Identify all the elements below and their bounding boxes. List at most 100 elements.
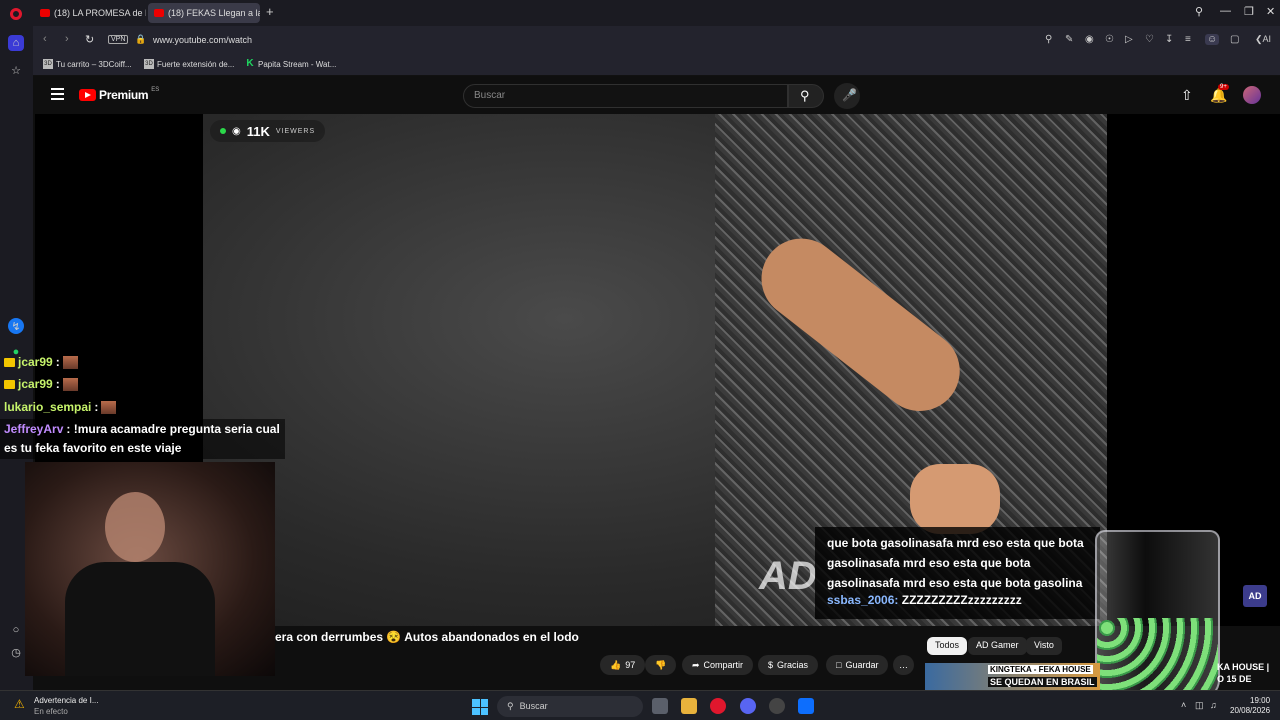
hamburger-menu-icon[interactable] [51, 88, 64, 100]
upload-icon[interactable]: ⇧ [1181, 87, 1193, 104]
taskbar-search-label: Buscar [519, 701, 548, 711]
bookmark-favicon-icon: 3D [43, 59, 53, 69]
warning-title[interactable]: Advertencia de I... [34, 696, 98, 705]
warning-subtitle: En efecto [34, 707, 68, 716]
settings-icon[interactable]: ○ [8, 622, 24, 638]
search-button[interactable]: ⚲ [788, 84, 824, 108]
menu-icon[interactable]: ≡ [1185, 34, 1191, 45]
vpn-badge[interactable]: VPN [108, 35, 129, 44]
bookmark-label: Papita Stream - Wat... [258, 59, 337, 69]
chip-ad-gamer[interactable]: AD Gamer [968, 637, 1027, 655]
bookmark-item[interactable]: 3D Tu carrito – 3DCoiff... [43, 59, 132, 69]
new-tab-button[interactable]: + [266, 4, 274, 19]
emote-icon [62, 377, 78, 391]
discord-icon[interactable] [740, 698, 756, 714]
restore-icon[interactable]: ❐ [1244, 5, 1254, 18]
warning-icon[interactable]: ⚠ [14, 697, 25, 711]
reload-icon[interactable]: ↻ [85, 33, 94, 46]
send-icon[interactable]: ▷ [1125, 34, 1133, 45]
edit-icon[interactable]: ✎ [1065, 34, 1073, 45]
thanks-icon: $ [768, 660, 774, 670]
related-video-title[interactable]: KA HOUSE | O 15 DE [1217, 661, 1269, 685]
bookmark-label: Fuerte extensión de... [157, 59, 235, 69]
close-icon[interactable]: ✕ [1266, 5, 1275, 18]
heart-icon[interactable]: ♡ [1145, 34, 1154, 45]
chat-message: JeffreyArv : !mura acamadre pregunta ser… [4, 422, 280, 436]
avatar[interactable] [1243, 86, 1261, 104]
notification-badge: 9+ [1218, 84, 1229, 90]
ai-button[interactable]: ❮AI [1255, 34, 1271, 45]
save-button[interactable]: □ Guardar [826, 655, 889, 675]
system-clock[interactable]: 19:00 20/08/2026 [1230, 696, 1270, 716]
bookmark-favicon-icon: K [246, 58, 254, 69]
back-icon[interactable]: ‹ [43, 33, 47, 45]
extensions-icon[interactable]: ▢ [1230, 34, 1239, 45]
history-icon[interactable]: ◷ [8, 644, 24, 660]
minimize-icon[interactable]: — [1220, 5, 1231, 17]
dislike-button[interactable]: 👎 [645, 655, 677, 675]
save-label: Guardar [845, 660, 879, 670]
voice-search-button[interactable]: 🎤 [834, 83, 860, 109]
ai-label: AI [1262, 34, 1272, 44]
related-title-line: O 15 DE [1217, 674, 1252, 684]
related-video-thumbnail[interactable]: KINGTEKA - FEKA HOUSE SE QUEDAN EN BRASI… [925, 663, 1100, 690]
search-icon[interactable]: ⚲ [1045, 34, 1052, 45]
file-explorer-icon[interactable] [681, 698, 697, 714]
url-field[interactable]: www.youtube.com/watch [153, 35, 252, 45]
chat-message: jcar99 : [4, 377, 78, 391]
settings-gear-icon[interactable] [798, 698, 814, 714]
address-bar: ‹ › ↻ VPN 🔒 www.youtube.com/watch ⚲ ✎ ◉ … [33, 26, 1280, 54]
tab-label: (18) LA PROMESA de King [54, 8, 146, 18]
search-icon: ⚲ [507, 701, 514, 711]
chat-username: ssbas_2006: [827, 593, 899, 607]
search-tabs-icon[interactable]: ⚲ [1195, 5, 1203, 18]
thumbs-up-icon: 👍 [610, 659, 622, 670]
star-icon[interactable]: ☆ [8, 62, 24, 78]
thanks-button[interactable]: $ Gracias [758, 655, 819, 675]
search-input[interactable]: Buscar [463, 84, 788, 108]
lock-icon[interactable]: 🔒 [135, 34, 146, 45]
tab-fekas[interactable]: (18) FEKAS Llegan a la [148, 3, 260, 23]
network-icon[interactable]: ◫ [1195, 700, 1204, 711]
clock-time: 19:00 [1250, 696, 1271, 705]
chip-visto[interactable]: Visto [1026, 637, 1062, 655]
like-count: 97 [625, 660, 636, 670]
webcam-body [65, 562, 215, 676]
video-title: era con derrumbes 😵 Autos abandonados en… [275, 630, 579, 644]
home-icon[interactable]: ⌂ [8, 35, 24, 51]
shield-icon[interactable]: ☉ [1105, 34, 1114, 45]
volume-icon[interactable]: ♫ [1210, 700, 1217, 710]
forward-icon[interactable]: › [65, 33, 69, 45]
like-button[interactable]: 👍 97 [600, 655, 646, 675]
opera-logo-icon[interactable] [10, 8, 22, 20]
more-actions-button[interactable]: … [893, 655, 914, 675]
camera-icon[interactable]: ◉ [1085, 34, 1094, 45]
bookmark-label: Tu carrito – 3DCoiff... [56, 59, 132, 69]
channel-badge[interactable]: AD [1243, 585, 1267, 607]
chrome-icon[interactable] [769, 698, 785, 714]
browser-tab-strip: (18) LA PROMESA de King (18) FEKAS Llega… [0, 0, 1280, 26]
streamer-webcam [25, 462, 275, 676]
bookmark-item[interactable]: K Papita Stream - Wat... [245, 59, 336, 69]
chip-todos[interactable]: Todos [927, 637, 968, 655]
tab-la-promesa[interactable]: (18) LA PROMESA de King [34, 3, 146, 23]
viewer-label: VIEWERS [275, 127, 316, 135]
profile-icon[interactable]: ☺ [1205, 34, 1220, 45]
share-button[interactable]: ➦ Compartir [682, 655, 754, 675]
bookmark-item[interactable]: 3D Fuerte extensión de... [144, 59, 234, 69]
task-view-icon[interactable] [652, 698, 668, 714]
download-icon[interactable]: ↧ [1165, 34, 1173, 45]
chevron-up-icon[interactable]: ˄ [1181, 700, 1186, 710]
chat-message: jcar99 : [4, 355, 78, 369]
opera-taskbar-icon[interactable] [710, 698, 726, 714]
bookmark-favicon-icon: 3D [144, 59, 154, 69]
windows-start-icon[interactable] [472, 699, 488, 715]
youtube-play-icon [79, 89, 96, 101]
youtube-premium-logo[interactable]: Premium ES [79, 87, 159, 102]
chat-overlay-right: que bota gasolinasafa mrd eso esta que b… [815, 527, 1100, 619]
channel-watermark: AD [759, 554, 817, 598]
share-icon: ➦ [692, 659, 700, 670]
taskbar-search[interactable]: ⚲ Buscar [497, 696, 643, 717]
messenger-icon[interactable]: ↯ [8, 318, 24, 334]
eye-icon: ◉ [232, 125, 241, 137]
